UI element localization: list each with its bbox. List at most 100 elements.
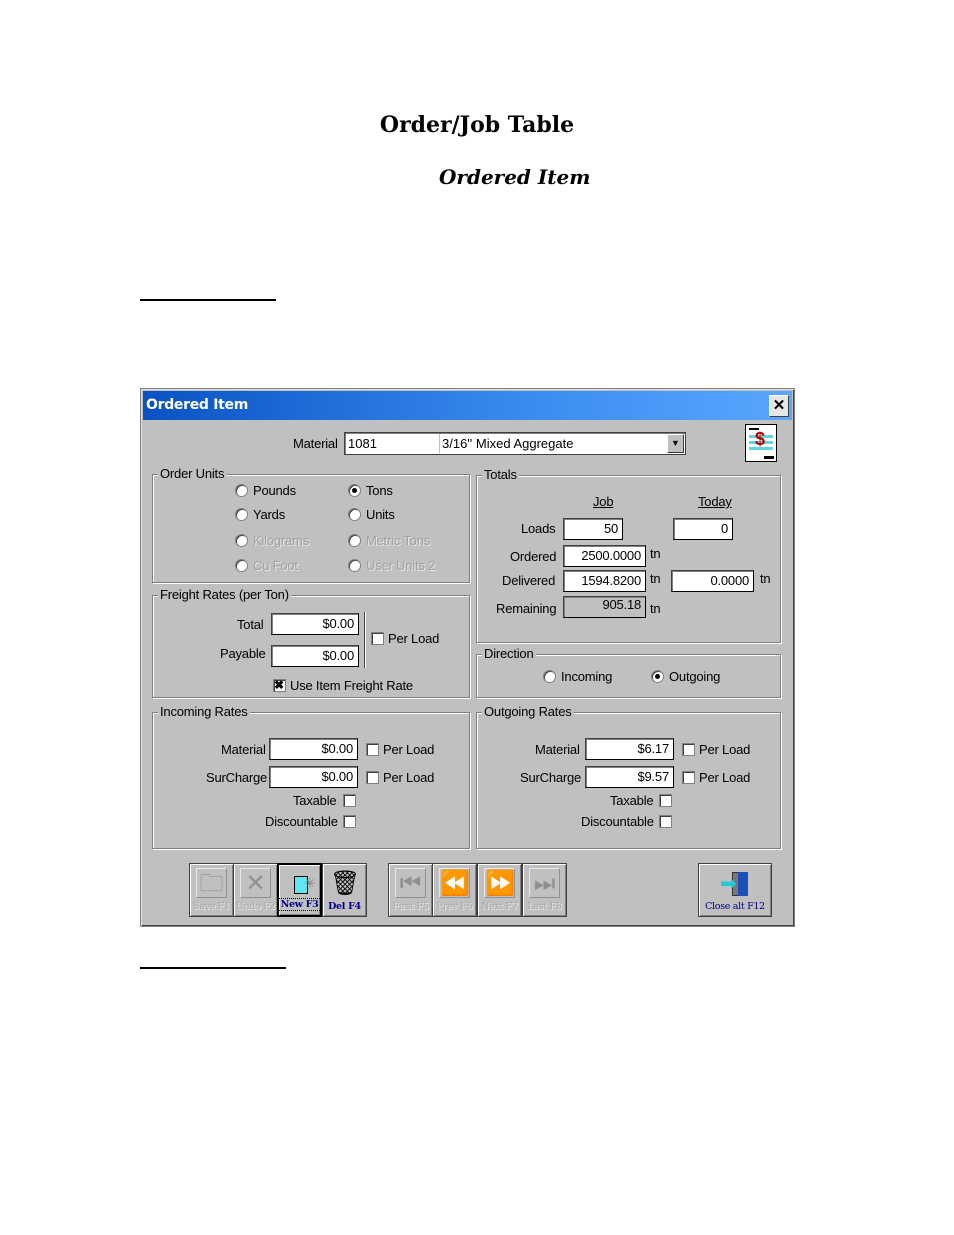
use-item-freight-checkbox[interactable]	[273, 677, 286, 693]
job-column-header: Job	[593, 494, 614, 509]
dialog-title: Ordered Item	[146, 397, 249, 413]
material-description: 3/16'' Mixed Aggregate	[442, 436, 574, 451]
today-column-header: Today	[698, 494, 732, 509]
radio-icon	[235, 484, 248, 497]
close-button[interactable]: ➡ Close alt F12	[698, 863, 772, 917]
radio-label: Yards	[253, 507, 285, 522]
loads-today-field[interactable]: 0	[673, 518, 733, 540]
first-record-icon: ⏮	[395, 868, 426, 898]
radio-label: Metric Tons	[366, 533, 431, 548]
per-load-label: Per Load	[388, 631, 440, 646]
report-document-icon[interactable]: $	[745, 424, 777, 462]
document-subtitle: Ordered Item	[439, 165, 591, 189]
freight-payable-field[interactable]: $0.00	[271, 645, 359, 667]
first-record-button[interactable]: ⏮ First F5	[388, 863, 433, 917]
material-label: Material	[293, 436, 338, 451]
radio-selected-icon	[348, 484, 361, 497]
undo-button[interactable]: ✕ Undo F2	[233, 863, 278, 917]
incoming-discountable-checkbox[interactable]	[343, 815, 356, 828]
radio-selected-icon	[651, 670, 664, 683]
radio-label: User Units 2	[366, 558, 436, 573]
total-label: Total	[237, 617, 264, 632]
divider-line	[140, 299, 276, 301]
undo-x-icon: ✕	[240, 868, 271, 898]
incoming-surcharge-per-load-checkbox[interactable]	[366, 771, 379, 784]
radio-label: Kilograms	[253, 533, 309, 548]
incoming-taxable-checkbox[interactable]	[343, 794, 356, 807]
outgoing-material-per-load-checkbox[interactable]	[682, 743, 695, 756]
unit-label: tn	[650, 601, 661, 616]
radio-icon	[543, 670, 556, 683]
radio-label: Incoming	[561, 669, 613, 684]
save-folder-icon: 🗀	[196, 868, 227, 898]
group-title: Totals	[482, 467, 519, 482]
outgoing-taxable-checkbox[interactable]	[659, 794, 672, 807]
close-icon[interactable]: ✕	[769, 395, 789, 417]
delivered-job-field[interactable]: 1594.8200	[563, 570, 646, 592]
unit-label: tn	[650, 571, 661, 586]
button-label: Next F7	[481, 901, 518, 912]
surcharge-label: SurCharge	[520, 770, 582, 785]
save-button[interactable]: 🗀 Save F1	[189, 863, 234, 917]
taxable-label: Taxable	[293, 793, 337, 808]
material-label: Material	[535, 742, 580, 757]
last-record-icon: ⏭	[529, 868, 560, 898]
radio-icon	[348, 534, 361, 547]
discountable-label: Discountable	[265, 814, 338, 829]
outgoing-rates-group: Outgoing Rates Material $6.17 Per Load S…	[476, 704, 781, 849]
outgoing-discountable-checkbox[interactable]	[659, 815, 672, 828]
direction-group: Direction Incoming Outgoing	[476, 646, 781, 698]
last-record-button[interactable]: ⏭ Last F8	[522, 863, 567, 917]
delete-button[interactable]: 🗑 Del F4	[322, 863, 367, 917]
group-title: Freight Rates (per Ton)	[158, 587, 291, 602]
new-document-icon: ✳	[285, 869, 316, 899]
button-label: New F3	[279, 898, 320, 911]
remaining-job-field: 905.18	[563, 596, 646, 618]
document-title: Order/Job Table	[379, 112, 575, 138]
outgoing-surcharge-field[interactable]: $9.57	[585, 766, 674, 788]
button-label: Del F4	[328, 901, 361, 912]
radio-label: Outgoing	[669, 669, 721, 684]
surcharge-label: SurCharge	[206, 770, 268, 785]
freight-rates-group: Freight Rates (per Ton) Total $0.00 Paya…	[152, 587, 470, 698]
chevron-down-icon[interactable]: ▼	[667, 434, 684, 453]
title-bar[interactable]: Ordered Item ✕	[143, 391, 792, 420]
incoming-material-field[interactable]: $0.00	[269, 738, 358, 760]
radio-icon	[235, 534, 248, 547]
use-item-freight-label: Use Item Freight Rate	[290, 678, 413, 693]
order-units-group: Order Units Pounds Tons Yards Units Kilo…	[152, 466, 470, 583]
next-record-button[interactable]: ⏩ Next F7	[477, 863, 522, 917]
trash-icon: 🗑	[330, 870, 361, 897]
button-label: First F5	[392, 901, 429, 912]
radio-icon	[235, 508, 248, 521]
incoming-surcharge-field[interactable]: $0.00	[269, 766, 358, 788]
delivered-today-field[interactable]: 0.0000	[671, 570, 754, 592]
unit-label: tn	[650, 546, 661, 561]
prev-record-button[interactable]: ⏪ Prev F6	[432, 863, 477, 917]
material-label: Material	[221, 742, 266, 757]
ordered-label: Ordered	[510, 549, 557, 564]
freight-per-load-checkbox[interactable]	[371, 632, 384, 645]
loads-job-field[interactable]: 50	[563, 518, 623, 540]
button-label: Save F1	[193, 901, 230, 912]
material-select[interactable]: 1081 3/16'' Mixed Aggregate ▼	[344, 432, 686, 455]
radio-icon	[348, 559, 361, 572]
ordered-job-field[interactable]: 2500.0000	[563, 545, 646, 567]
unit-label: tn	[760, 571, 771, 586]
dollar-glyph: $	[755, 429, 766, 449]
new-button[interactable]: ✳ New F3	[277, 863, 322, 917]
outgoing-material-field[interactable]: $6.17	[585, 738, 674, 760]
payable-label: Payable	[220, 646, 266, 661]
radio-label: Tons	[366, 483, 393, 498]
next-record-icon: ⏩	[484, 868, 515, 898]
radio-label: Cu Foot	[253, 558, 298, 573]
button-label: Prev F6	[436, 901, 473, 912]
button-label: Close alt F12	[705, 901, 765, 912]
incoming-material-per-load-checkbox[interactable]	[366, 743, 379, 756]
freight-total-field[interactable]: $0.00	[271, 613, 359, 635]
outgoing-surcharge-per-load-checkbox[interactable]	[682, 771, 695, 784]
button-label: Undo F2	[235, 901, 276, 912]
per-load-label: Per Load	[383, 742, 435, 757]
totals-group: Totals Job Today Loads 50 0 Ordered 2500…	[476, 467, 781, 643]
divider-line	[140, 967, 286, 969]
